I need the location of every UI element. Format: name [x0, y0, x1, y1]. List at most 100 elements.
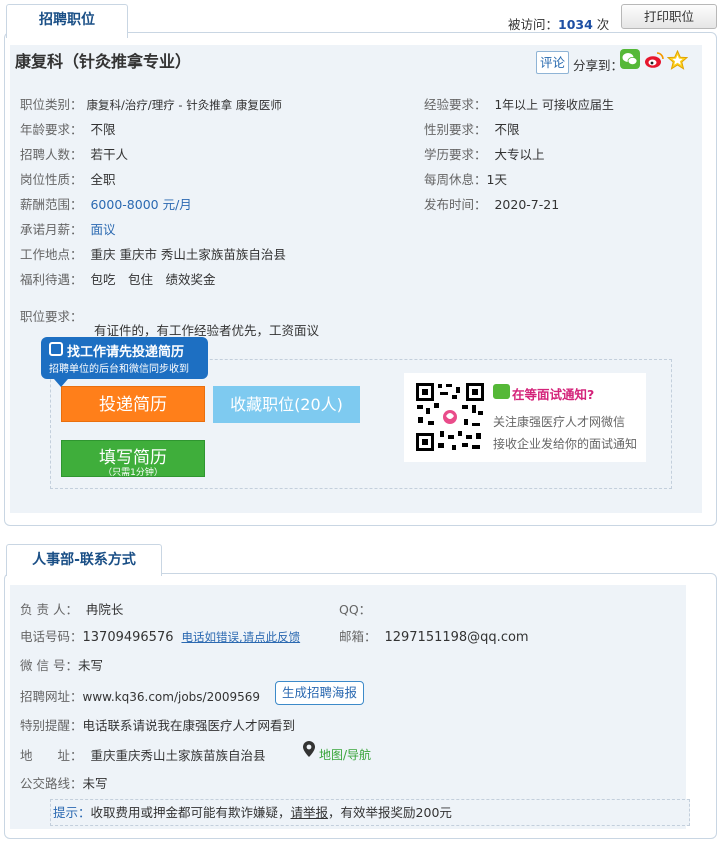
- email-value: 1297151198@qq.com: [384, 630, 529, 645]
- apply-tip-bubble: 找工作请先投递简历 招聘单位的后台和微信同步收到: [41, 337, 208, 379]
- fill-resume-sublabel: （只需1分钟）: [103, 468, 163, 478]
- requirements-label: 职位要求：: [20, 309, 83, 324]
- field-experience: 经验要求： 1年以上 可接收应届生: [424, 94, 614, 113]
- contact-label: 招聘网址：: [20, 689, 83, 704]
- contact-qq: QQ：: [339, 599, 371, 618]
- field-label: 职位类别：: [20, 97, 83, 112]
- contact-label: 公交路线：: [20, 776, 83, 791]
- field-value: 不限: [494, 122, 520, 137]
- field-label: 福利待遇：: [20, 272, 83, 287]
- contact-panel: [10, 585, 686, 829]
- field-job-type: 岗位性质： 全职: [20, 169, 115, 188]
- field-label: 岗位性质：: [20, 172, 83, 187]
- field-value: 康复科/治疗/理疗 - 针灸推拿 康复医师: [86, 98, 282, 112]
- field-headcount: 招聘人数： 若干人: [20, 144, 128, 163]
- tip-arrow: [54, 379, 68, 387]
- field-value: 不限: [90, 122, 116, 137]
- field-age: 年龄要求： 不限: [20, 119, 115, 138]
- wechat-icon: [493, 384, 510, 399]
- field-value: 若干人: [90, 147, 128, 162]
- visit-count: 1034: [558, 17, 593, 32]
- notice-hint: 提示：: [53, 805, 91, 820]
- map-pin-icon[interactable]: [302, 740, 316, 758]
- field-salary: 薪酬范围： 6000-8000 元/月: [20, 194, 192, 213]
- visit-suffix: 次: [596, 17, 610, 32]
- qr-line-2: 接收企业发给你的面试通知: [493, 437, 638, 451]
- contact-label: 电话号码：: [20, 629, 83, 644]
- tip-title: 找工作请先投递简历: [67, 345, 185, 360]
- field-label: 学历要求：: [424, 147, 487, 162]
- field-location: 工作地点： 重庆 重庆市 秀山土家族苗族自治县: [20, 244, 286, 263]
- contact-phone: 电话号码：13709496576 电话如错误,请点此反馈: [20, 626, 300, 645]
- fraud-notice: 提示：收取费用或押金都可能有欺诈嫌疑，请举报，有效举报奖励200元: [50, 799, 690, 826]
- contact-label: 特别提醒：: [20, 718, 83, 733]
- field-label: 每周休息：: [424, 172, 487, 187]
- favorite-star-icon[interactable]: [666, 49, 689, 70]
- contact-label: 邮箱：: [339, 629, 377, 644]
- qr-code-icon: [414, 381, 486, 453]
- field-gender: 性别要求： 不限: [424, 119, 519, 138]
- field-value: 大专以上: [494, 147, 545, 162]
- map-link-text[interactable]: 地图/导航: [319, 748, 371, 762]
- job-url[interactable]: www.kq36.com/jobs/2009569: [83, 690, 261, 704]
- field-value: 包吃 包住 绩效奖金: [90, 272, 216, 287]
- field-label: 招聘人数：: [20, 147, 83, 162]
- field-education: 学历要求： 大专以上: [424, 144, 544, 163]
- contact-bus: 公交路线：未写: [20, 773, 108, 792]
- notice-text-b: ，有效举报奖励200元: [328, 805, 452, 820]
- visit-counter: 被访问：1034 次: [508, 14, 609, 33]
- phone-number: 13709496576: [82, 630, 174, 645]
- wechat-qr-box: 在等面试通知? 关注康强医疗人才网微信 接收企业发给你的面试通知: [404, 373, 646, 462]
- field-value: 1天: [486, 172, 507, 187]
- contact-label: QQ：: [339, 602, 372, 617]
- field-value: 全职: [90, 172, 116, 187]
- field-label: 承诺月薪：: [20, 222, 83, 237]
- field-weekly-rest: 每周休息：1天: [424, 169, 507, 188]
- favorite-job-button[interactable]: 收藏职位(20人): [213, 386, 360, 423]
- field-value: 重庆 重庆市 秀山土家族苗族自治县: [90, 247, 286, 262]
- field-label: 工作地点：: [20, 247, 83, 262]
- weibo-share-icon[interactable]: [644, 51, 664, 69]
- contact-remark: 特别提醒：电话联系请说我在康强医疗人才网看到: [20, 715, 295, 734]
- print-job-button[interactable]: 打印职位: [621, 4, 717, 29]
- apply-resume-button[interactable]: 投递简历: [61, 386, 205, 422]
- field-label: 性别要求：: [424, 122, 487, 137]
- notice-text-a: 收取费用或押金都可能有欺诈嫌疑，: [90, 805, 291, 820]
- contact-wechat: 微 信 号：未写: [20, 655, 103, 674]
- fill-resume-button[interactable]: 填写简历 （只需1分钟）: [61, 440, 205, 478]
- generate-poster-button[interactable]: 生成招聘海报: [275, 681, 364, 705]
- field-benefits: 福利待遇： 包吃 包住 绩效奖金: [20, 269, 215, 288]
- qr-line-1: 关注康强医疗人才网微信: [493, 415, 626, 429]
- field-label: 年龄要求：: [20, 122, 83, 137]
- share-label: 分享到：: [573, 58, 624, 73]
- tip-subtitle: 招聘单位的后台和微信同步收到: [49, 364, 189, 375]
- map-nav-link[interactable]: 地图/导航: [319, 746, 371, 763]
- field-promised-salary: 承诺月薪： 面议: [20, 219, 115, 238]
- visit-prefix: 被访问：: [508, 17, 559, 32]
- wechat-share-icon[interactable]: [620, 49, 640, 69]
- field-value: 2020-7-21: [494, 197, 560, 212]
- field-label: 发布时间：: [424, 197, 487, 212]
- contact-value: 未写: [77, 658, 103, 673]
- contact-email: 邮箱： 1297151198@qq.com: [339, 626, 529, 645]
- tab-hr-contact[interactable]: 人事部-联系方式: [6, 544, 162, 576]
- field-value: 1年以上 可接收应届生: [494, 98, 614, 112]
- contact-value: 未写: [82, 776, 108, 791]
- contact-label: 地 址：: [20, 748, 83, 763]
- job-title: 康复科（针灸推拿专业）: [15, 52, 192, 71]
- contact-address: 地 址： 重庆重庆秀山土家族苗族自治县: [20, 745, 265, 764]
- resume-icon: [49, 342, 63, 356]
- tab-recruit-job[interactable]: 招聘职位: [6, 4, 128, 38]
- contact-label: 负 责 人：: [20, 602, 78, 617]
- field-publish-date: 发布时间： 2020-7-21: [424, 194, 559, 213]
- comment-button[interactable]: 评论: [536, 51, 569, 74]
- field-value: 面议: [90, 222, 116, 237]
- phone-feedback-link[interactable]: 电话如错误,请点此反馈: [181, 630, 300, 644]
- field-value: 6000-8000 元/月: [90, 197, 192, 212]
- report-link[interactable]: 请举报: [291, 805, 329, 820]
- contact-value: 电话联系请说我在康强医疗人才网看到: [82, 718, 296, 733]
- contact-label: 微 信 号：: [20, 658, 78, 673]
- field-label: 薪酬范围：: [20, 197, 83, 212]
- qr-title: 在等面试通知?: [512, 387, 595, 402]
- contact-value: 冉院长: [85, 602, 124, 617]
